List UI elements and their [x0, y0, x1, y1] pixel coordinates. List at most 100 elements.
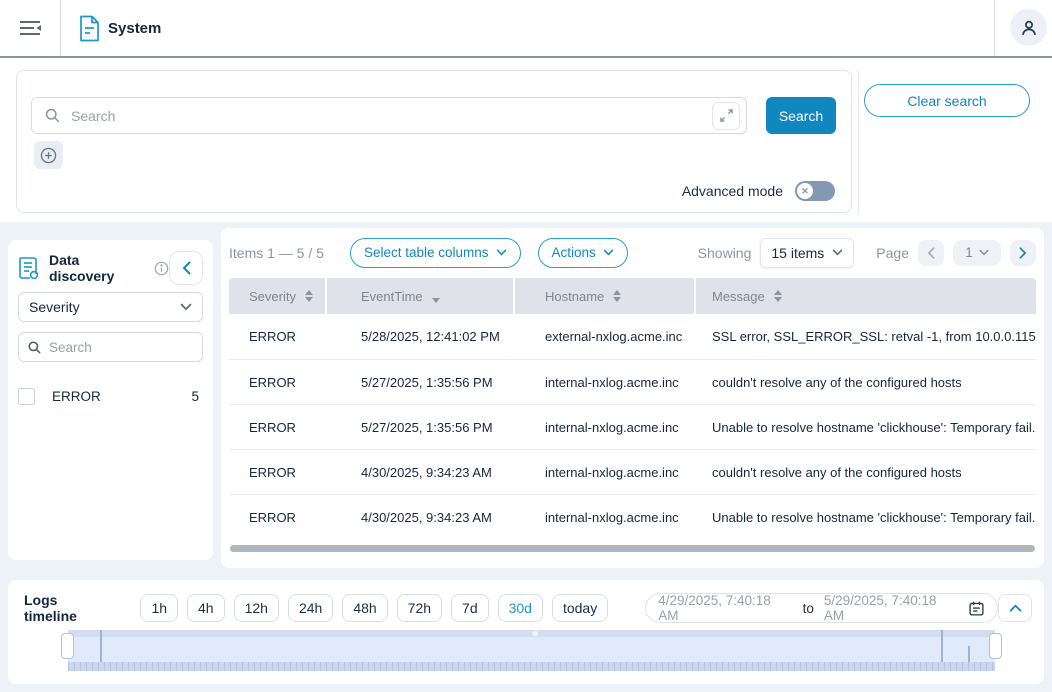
- log-count-spike: [941, 630, 943, 662]
- range-button-24h[interactable]: 24h: [288, 594, 333, 622]
- page-body: Search Advanced mode ✕ Clear search: [0, 58, 1052, 692]
- cell-message: SSL error, SSL_ERROR_SSL: retval -1, fro…: [696, 314, 1036, 359]
- expand-search-button[interactable]: [712, 102, 740, 130]
- search-input[interactable]: [71, 108, 712, 124]
- collapse-menu-icon: [18, 19, 42, 37]
- cell-message: Unable to resolve hostname 'clickhouse':…: [696, 495, 1036, 539]
- facet-label: ERROR: [52, 389, 101, 404]
- table-row[interactable]: ERROR 5/27/2025, 1:35:56 PM internal-nxl…: [229, 404, 1036, 449]
- cell-message: couldn't resolve any of the configured h…: [696, 360, 1036, 404]
- search-card: Search Advanced mode ✕: [16, 70, 852, 213]
- timeline-brush[interactable]: [68, 630, 995, 662]
- chevron-up-icon: [1009, 604, 1022, 612]
- range-button-30d[interactable]: 30d: [498, 594, 543, 622]
- timeline-axis: [68, 662, 995, 671]
- add-filter-button[interactable]: [34, 141, 63, 169]
- sort-icon: [613, 290, 621, 302]
- actions-button[interactable]: Actions: [538, 238, 628, 268]
- data-discovery-header: Data discovery: [18, 250, 203, 286]
- page-number-select[interactable]: 1: [953, 240, 1001, 266]
- log-count-spike: [968, 646, 970, 662]
- select-columns-button[interactable]: Select table columns: [350, 238, 521, 268]
- brush-top-strip: [68, 630, 995, 637]
- table-toolbar: Items 1 — 5 / 5 Select table columns Act…: [229, 237, 1036, 268]
- info-icon[interactable]: [154, 261, 169, 276]
- header-divider-right: [994, 0, 995, 56]
- chevron-left-icon: [182, 261, 191, 275]
- range-button-1h[interactable]: 1h: [140, 594, 178, 622]
- data-discovery-title: Data discovery: [49, 252, 147, 284]
- page-title: System: [108, 20, 161, 37]
- pagination-controls: Showing 15 items Page 1: [698, 238, 1036, 268]
- cell-hostname: internal-nxlog.acme.inc: [515, 495, 696, 539]
- horizontal-scrollbar[interactable]: [230, 545, 1035, 552]
- chevron-right-icon: [1019, 247, 1027, 259]
- cell-eventtime: 5/28/2025, 12:41:02 PM: [327, 314, 515, 359]
- facet-checkbox[interactable]: [18, 388, 35, 405]
- chevron-down-icon: [180, 303, 192, 311]
- select-columns-label: Select table columns: [364, 245, 489, 260]
- data-discovery-icon: [18, 256, 39, 280]
- next-page-button[interactable]: [1010, 240, 1036, 266]
- previous-page-button[interactable]: [918, 240, 944, 266]
- current-page: 1: [965, 245, 973, 260]
- range-button-4h[interactable]: 4h: [187, 594, 225, 622]
- column-label: Message: [712, 289, 765, 304]
- top-header: System: [0, 0, 1052, 58]
- column-label: EventTime: [361, 289, 423, 304]
- date-range-picker[interactable]: 4/29/2025, 7:40:18 AM to 5/29/2025, 7:40…: [645, 593, 998, 623]
- facet-search-input[interactable]: [49, 340, 194, 355]
- search-field: [31, 97, 747, 134]
- page-label: Page: [876, 245, 909, 261]
- table-row[interactable]: ERROR 5/27/2025, 1:35:56 PM internal-nxl…: [229, 359, 1036, 404]
- user-avatar-button[interactable]: [1010, 9, 1047, 46]
- plus-circle-icon: [40, 147, 57, 164]
- chevron-down-icon: [496, 249, 507, 256]
- column-label: Severity: [249, 289, 296, 304]
- range-button-12h[interactable]: 12h: [234, 594, 279, 622]
- log-count-spike: [100, 630, 102, 662]
- cell-hostname: internal-nxlog.acme.inc: [515, 360, 696, 404]
- range-button-48h[interactable]: 48h: [342, 594, 387, 622]
- to-label: to: [803, 601, 814, 616]
- sort-icon: [305, 290, 313, 302]
- brush-handle-right[interactable]: [989, 633, 1002, 659]
- table-row[interactable]: ERROR 4/30/2025, 9:34:23 AM internal-nxl…: [229, 449, 1036, 494]
- advanced-mode-label: Advanced mode: [682, 183, 783, 199]
- cell-eventtime: 5/27/2025, 1:35:56 PM: [327, 360, 515, 404]
- sidebar-collapse-button[interactable]: [169, 251, 203, 285]
- column-header-hostname[interactable]: Hostname: [515, 278, 696, 314]
- table-row[interactable]: ERROR 4/30/2025, 9:34:23 AM internal-nxl…: [229, 494, 1036, 539]
- chevron-down-icon: [832, 249, 843, 256]
- timeline-chart: [68, 630, 995, 671]
- clear-search-button[interactable]: Clear search: [864, 84, 1030, 117]
- column-header-message[interactable]: Message: [696, 278, 1036, 314]
- facet-item-error[interactable]: ERROR 5: [18, 380, 203, 412]
- field-select-value: Severity: [29, 299, 80, 315]
- timeline-collapse-button[interactable]: [998, 594, 1032, 622]
- menu-toggle-button[interactable]: [14, 15, 46, 41]
- showing-label: Showing: [698, 245, 752, 261]
- field-select[interactable]: Severity: [18, 292, 203, 322]
- cell-hostname: internal-nxlog.acme.inc: [515, 450, 696, 494]
- chevron-down-icon: [603, 249, 614, 256]
- range-button-today[interactable]: today: [552, 594, 608, 622]
- column-header-eventtime[interactable]: EventTime: [327, 278, 515, 314]
- sort-desc-icon: [432, 298, 440, 303]
- page-size-value: 15 items: [771, 245, 824, 261]
- brush-handle-left[interactable]: [61, 633, 74, 659]
- brush-grip-icon: [532, 631, 538, 636]
- range-button-7d[interactable]: 7d: [451, 594, 489, 622]
- time-range-buttons: 1h 4h 12h 24h 48h 72h 7d 30d today: [140, 594, 608, 622]
- advanced-mode-toggle[interactable]: ✕: [795, 181, 835, 201]
- app-root: System: [0, 0, 1052, 692]
- cell-severity: ERROR: [229, 495, 327, 539]
- page-size-select[interactable]: 15 items: [760, 238, 854, 268]
- search-button[interactable]: Search: [766, 97, 836, 134]
- expand-diagonal-icon: [720, 109, 733, 122]
- range-button-72h[interactable]: 72h: [397, 594, 442, 622]
- table-row[interactable]: ERROR 5/28/2025, 12:41:02 PM external-nx…: [229, 314, 1036, 359]
- cell-severity: ERROR: [229, 450, 327, 494]
- cell-message: Unable to resolve hostname 'clickhouse':…: [696, 405, 1036, 449]
- column-header-severity[interactable]: Severity: [229, 278, 327, 314]
